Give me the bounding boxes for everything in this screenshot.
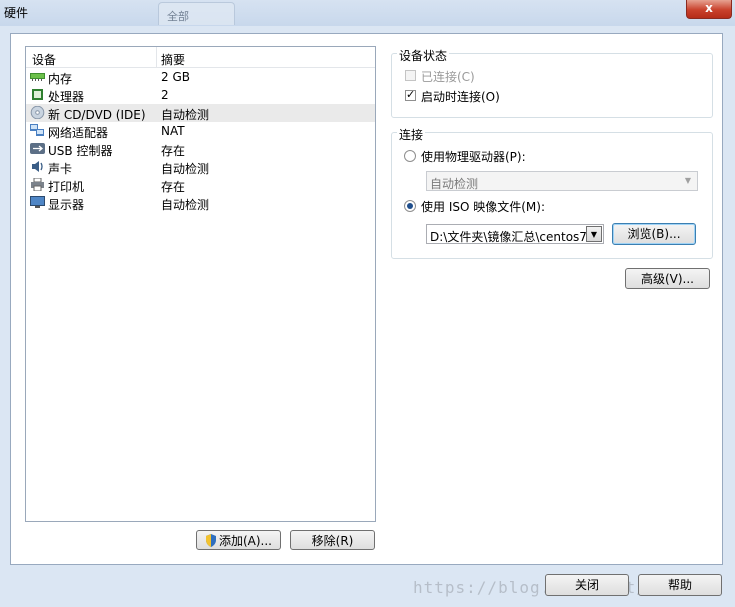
device-status-title: 设备状态	[397, 47, 450, 64]
iso-image-label: 使用 ISO 映像文件(M):	[421, 200, 545, 214]
chevron-down-icon: ▼	[684, 176, 692, 185]
device-summary: 自动检测	[161, 108, 210, 122]
advanced-button[interactable]: 高级(V)...	[625, 268, 710, 289]
device-summary: 存在	[161, 144, 186, 158]
device-row-printer[interactable]: 打印机 存在	[26, 176, 375, 194]
device-row-usb[interactable]: USB 控制器 存在	[26, 140, 375, 158]
device-row-processor[interactable]: 处理器 2	[26, 86, 375, 104]
device-row-memory[interactable]: 内存 2 GB	[26, 68, 375, 86]
add-device-button[interactable]: 添加(A)...	[196, 530, 281, 550]
device-summary: 2	[161, 88, 169, 102]
help-label: 帮助	[667, 578, 692, 592]
browse-label: 浏览(B)...	[627, 227, 681, 241]
iso-path-combobox[interactable]: D:\文件夹\镜像汇总\centos7 ▼	[426, 224, 604, 244]
device-name: 打印机	[48, 180, 85, 194]
memory-icon	[30, 73, 45, 81]
connect-on-poweron-label: 启动时连接(O)	[421, 90, 500, 104]
help-button[interactable]: 帮助	[638, 574, 722, 596]
browse-button[interactable]: 浏览(B)...	[612, 223, 696, 245]
device-name: 声卡	[48, 162, 73, 176]
window-close-button[interactable]: x	[686, 0, 732, 19]
device-summary: 2 GB	[161, 70, 190, 84]
processor-icon	[32, 89, 43, 100]
device-row-cd-dvd[interactable]: 新 CD/DVD (IDE) 自动检测	[26, 104, 375, 122]
printer-icon	[31, 178, 44, 191]
device-row-sound-card[interactable]: 声卡 自动检测	[26, 158, 375, 176]
remove-device-label: 移除(R)	[311, 534, 354, 548]
device-list: 设备 摘要 内存 2 GB 处理器 2 新 CD/DVD (IDE) 自动检测 …	[25, 46, 376, 522]
device-summary: 自动检测	[161, 198, 210, 212]
window-title: 硬件	[4, 6, 29, 20]
hardware-panel: 设备 摘要 内存 2 GB 处理器 2 新 CD/DVD (IDE) 自动检测 …	[10, 33, 723, 565]
device-summary: 自动检测	[161, 162, 210, 176]
advanced-label: 高级(V)...	[640, 272, 695, 286]
remove-device-button[interactable]: 移除(R)	[290, 530, 375, 550]
connect-on-poweron-checkbox[interactable]: ✓	[405, 88, 416, 101]
device-name: USB 控制器	[48, 144, 113, 158]
device-name: 显示器	[48, 198, 85, 212]
device-summary: 存在	[161, 180, 186, 194]
display-icon	[30, 196, 45, 208]
device-row-network-adapter[interactable]: 网络适配器 NAT	[26, 122, 375, 140]
usb-icon	[30, 143, 45, 154]
physical-drive-radio[interactable]	[404, 150, 416, 162]
device-name: 内存	[48, 72, 73, 86]
device-name: 处理器	[48, 90, 85, 104]
title-bar: 硬件 全部 x	[0, 0, 735, 26]
close-button[interactable]: 关闭	[545, 574, 629, 596]
physical-drive-select[interactable]: 自动检测 ▼	[426, 171, 698, 191]
cd-dvd-icon	[30, 106, 45, 119]
column-header-device[interactable]: 设备	[32, 51, 56, 68]
connected-label: 已连接(C)	[421, 70, 475, 84]
physical-drive-label: 使用物理驱动器(P):	[421, 150, 526, 164]
iso-image-radio[interactable]	[404, 200, 416, 212]
add-device-label: 添加(A)...	[218, 534, 273, 548]
chevron-down-icon[interactable]: ▼	[586, 226, 602, 242]
connected-checkbox[interactable]	[405, 70, 416, 81]
close-label: 关闭	[574, 578, 599, 592]
uac-shield-icon	[205, 534, 216, 547]
connection-title: 连接	[397, 126, 426, 143]
device-list-header: 设备 摘要	[26, 47, 375, 68]
checkmark-icon: ✓	[406, 88, 416, 101]
sound-card-icon	[32, 161, 43, 172]
device-name: 网络适配器	[48, 126, 109, 140]
background-tab: 全部	[158, 2, 235, 25]
physical-drive-value: 自动检测	[430, 177, 479, 191]
device-row-display[interactable]: 显示器 自动检测	[26, 194, 375, 212]
background-tab-label: 全部	[167, 10, 189, 23]
iso-path-value: D:\文件夹\镜像汇总\centos7	[430, 230, 586, 244]
device-summary: NAT	[161, 124, 185, 138]
network-adapter-icon	[30, 124, 44, 136]
device-name: 新 CD/DVD (IDE)	[48, 108, 146, 122]
column-header-summary[interactable]: 摘要	[161, 51, 185, 68]
